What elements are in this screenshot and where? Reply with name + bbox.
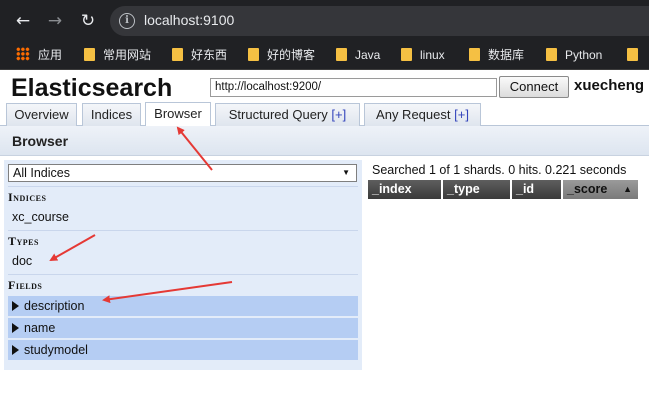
folder-icon [248, 48, 259, 61]
bookmarks-bar: 应用 常用网站 好东西 好的博客 Java linux 数据库 Python [0, 40, 649, 70]
browser-toolbar: ← → ↻ i localhost:9100 [0, 0, 649, 40]
info-icon[interactable]: i [119, 13, 135, 29]
index-item[interactable]: xc_course [8, 207, 358, 227]
folder-icon [469, 48, 480, 61]
address-bar[interactable]: i localhost:9100 [110, 6, 649, 36]
folder-icon [336, 48, 347, 61]
cluster-name: xuecheng [574, 77, 645, 94]
folder-icon [627, 48, 638, 61]
expand-triangle-icon [12, 323, 19, 333]
tab-any-request[interactable]: Any Request [+] [364, 103, 481, 126]
connect-button[interactable]: Connect [499, 76, 569, 98]
tab-browser[interactable]: Browser [145, 102, 211, 126]
es-head-page: Elasticsearch http://localhost:9200/ Con… [0, 71, 649, 412]
fields-heading: Fields [8, 274, 358, 294]
field-item-studymodel[interactable]: studymodel [8, 340, 358, 360]
expand-triangle-icon [12, 301, 19, 311]
dropdown-arrow-icon: ▼ [342, 168, 350, 177]
expand-triangle-icon [12, 345, 19, 355]
column-header-id[interactable]: _id [512, 180, 562, 199]
sort-ascending-icon: ▲ [623, 184, 632, 194]
forward-arrow-icon[interactable]: → [44, 10, 66, 32]
types-heading: Types [8, 230, 358, 250]
folder-icon [546, 48, 557, 61]
reload-icon[interactable]: ↻ [77, 10, 99, 32]
bookmark-folder[interactable]: Python [546, 47, 602, 63]
bookmark-folder[interactable]: 常用网站 [84, 47, 151, 63]
field-item-description[interactable]: description [8, 296, 358, 316]
tab-overview[interactable]: Overview [6, 103, 77, 126]
indices-heading: Indices [8, 186, 358, 206]
result-summary: Searched 1 of 1 shards. 0 hits. 0.221 se… [372, 163, 627, 177]
folder-icon [84, 48, 95, 61]
filter-panel: All Indices ▼ Indices xc_course Types do… [4, 160, 362, 370]
bookmark-apps[interactable]: 应用 [16, 47, 62, 63]
tab-structured-query[interactable]: Structured Query [+] [215, 103, 360, 126]
column-header-score[interactable]: _score ▲ [563, 180, 639, 199]
column-header-type[interactable]: _type [443, 180, 511, 199]
section-title: Browser [12, 133, 69, 149]
type-item[interactable]: doc [8, 251, 358, 271]
section-header: Browser [0, 126, 649, 156]
page-title: Elasticsearch [11, 74, 173, 102]
bookmark-folder[interactable]: linux [401, 47, 445, 63]
field-item-name[interactable]: name [8, 318, 358, 338]
address-url[interactable]: localhost:9100 [144, 12, 234, 28]
tab-bar: Overview Indices Browser Structured Quer… [0, 102, 649, 126]
column-header-index[interactable]: _index [368, 180, 442, 199]
bookmark-folder[interactable]: 数据库 [469, 47, 524, 63]
folder-icon [172, 48, 183, 61]
bookmark-folder[interactable] [627, 47, 646, 63]
index-select[interactable]: All Indices ▼ [8, 164, 357, 182]
apps-grid-icon [16, 47, 30, 61]
bookmark-folder[interactable]: Java [336, 47, 380, 63]
back-arrow-icon[interactable]: ← [12, 10, 34, 32]
bookmark-folder[interactable]: 好东西 [172, 47, 227, 63]
bookmark-folder[interactable]: 好的博客 [248, 47, 315, 63]
cluster-url-input[interactable]: http://localhost:9200/ [210, 78, 497, 97]
tab-indices[interactable]: Indices [82, 103, 141, 126]
folder-icon [401, 48, 412, 61]
